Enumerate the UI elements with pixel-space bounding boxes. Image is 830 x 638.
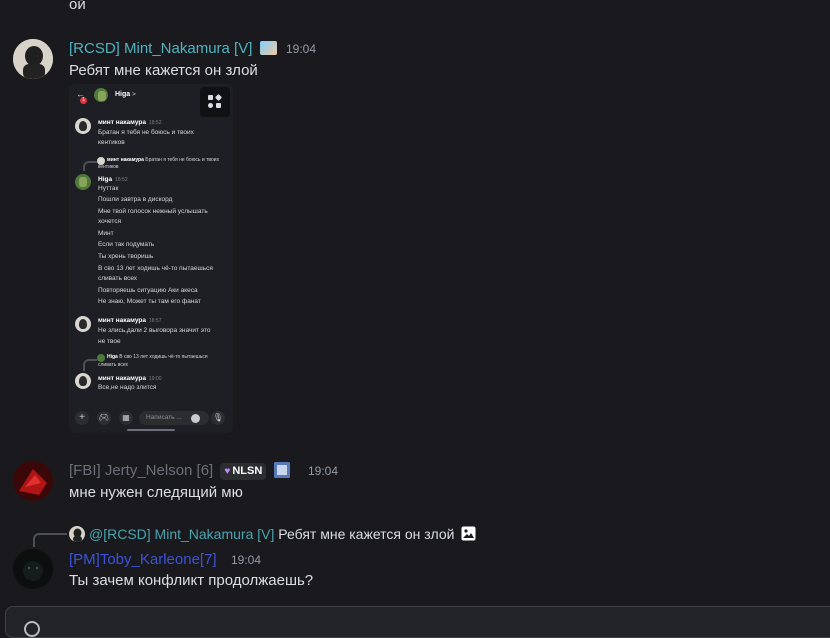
role-icon — [259, 41, 277, 55]
chat-line: Ты хрень творишь — [98, 253, 154, 260]
unread-badge: 1 — [80, 97, 87, 104]
chat-author: минт накамура 18:52 — [98, 119, 162, 126]
gift-icon: ▦ — [119, 411, 133, 425]
reply-preview: Higa В сво 13 лет ходишь чё-то пытаешься — [107, 354, 208, 360]
previous-message-text: ой — [69, 0, 86, 13]
microphone-icon: 🎙︎ — [211, 411, 225, 425]
chat-line: Пошли завтра в дискорд — [98, 196, 173, 203]
reply-preview: минт накамура Братан я тебя не боюсь и т… — [107, 157, 220, 163]
avatar-image — [13, 39, 53, 79]
message-text: мне нужен следящий мю — [69, 484, 243, 501]
chat-avatar — [75, 316, 91, 332]
chat-line: Повторяешь ситуацию Аки акеса — [98, 287, 198, 294]
grid-apps-icon[interactable] — [200, 87, 230, 117]
chat-title: Higa — [115, 91, 131, 98]
chat-line: Если так подумать — [98, 241, 155, 248]
chat-author: минт накамура 18:57 — [98, 317, 162, 324]
server-tag-badge[interactable]: ♥ NLSN — [220, 462, 267, 480]
chat-avatar — [75, 174, 91, 190]
reply-connector — [83, 359, 97, 371]
reply-preview-cont: кентиков — [98, 164, 119, 170]
chat-line: Нуттак — [98, 185, 119, 192]
chat-line: не твое — [98, 338, 121, 345]
chat-line: Не злись,дали 2 выговора значит это — [98, 327, 211, 334]
chat-avatar — [75, 118, 91, 134]
chat-line: Мне твой голосок нежный услышать — [98, 208, 208, 215]
avatar-image — [13, 461, 53, 501]
message-timestamp[interactable]: 19:04 — [231, 553, 261, 567]
chat-line: Минт — [98, 230, 114, 237]
avatar[interactable] — [13, 461, 53, 501]
home-indicator — [127, 429, 175, 431]
heart-icon: ♥ — [224, 465, 231, 477]
avatar[interactable] — [13, 39, 53, 79]
username-label[interactable]: [PM]Toby_Karleone[7] — [69, 551, 217, 568]
chat-avatar — [75, 373, 91, 389]
chat-avatar — [94, 88, 108, 102]
message-timestamp[interactable]: 19:04 — [308, 464, 338, 478]
avatar-image — [13, 549, 53, 589]
chat-line: Не знаю, Может ты там его фанат — [98, 298, 201, 305]
message-username[interactable]: [PM]Toby_Karleone[7] — [69, 551, 217, 568]
chat-line: сливать всех — [98, 275, 138, 282]
message-composer[interactable] — [5, 606, 830, 638]
message-username[interactable]: [RCSD] Mint_Nakamura [V] — [69, 40, 277, 57]
reply-username[interactable]: @[RCSD] Mint_Nakamura [V] — [89, 526, 274, 542]
message-text: Ты зачем конфликт продолжаешь? — [69, 572, 314, 589]
chat-author: минт накамура 19:00 — [98, 375, 162, 382]
username-label[interactable]: [FBI] Jerty_Nelson [6] — [69, 462, 213, 479]
plus-icon: + — [75, 411, 89, 425]
chat-line: Братан я тебя не боюсь и твоих — [98, 129, 194, 136]
server-tag-label: NLSN — [232, 465, 263, 478]
chat-line: кентиков — [98, 139, 125, 146]
username-label[interactable]: [RCSD] Mint_Nakamura [V] — [69, 40, 252, 57]
gamepad-icon: 🎮︎ — [97, 411, 111, 425]
image-attachment[interactable]: ← 1 Higa > минт накамура 18:52 Братан я т… — [69, 84, 233, 433]
chat-line: Все,не надо злится — [98, 384, 157, 391]
avatar[interactable] — [13, 549, 53, 589]
chevron-right-icon: > — [132, 91, 136, 98]
emoji-icon — [191, 414, 200, 423]
reply-connector — [33, 533, 67, 547]
reply-reference[interactable]: @[RCSD] Mint_Nakamura [V] Ребят мне каже… — [89, 526, 476, 542]
role-icon — [274, 462, 291, 478]
message-username[interactable]: [FBI] Jerty_Nelson [6] ♥ NLSN — [69, 462, 291, 480]
chat-line: В сво 13 лет ходишь чё-то пытаешься — [98, 265, 213, 272]
reply-text[interactable]: Ребят мне кажется он злой — [278, 526, 454, 542]
image-icon — [461, 526, 476, 541]
reply-avatar[interactable] — [69, 526, 85, 542]
reply-avatar — [97, 354, 105, 362]
reply-preview-cont: сливать всех — [98, 362, 129, 368]
reply-connector — [83, 161, 97, 171]
chat-author: Higa 18:52 — [98, 176, 128, 183]
add-attachment-icon[interactable] — [24, 621, 40, 637]
message-text: Ребят мне кажется он злой — [69, 62, 258, 79]
chat-line: хочется — [98, 218, 122, 225]
message-timestamp[interactable]: 19:04 — [286, 42, 316, 56]
